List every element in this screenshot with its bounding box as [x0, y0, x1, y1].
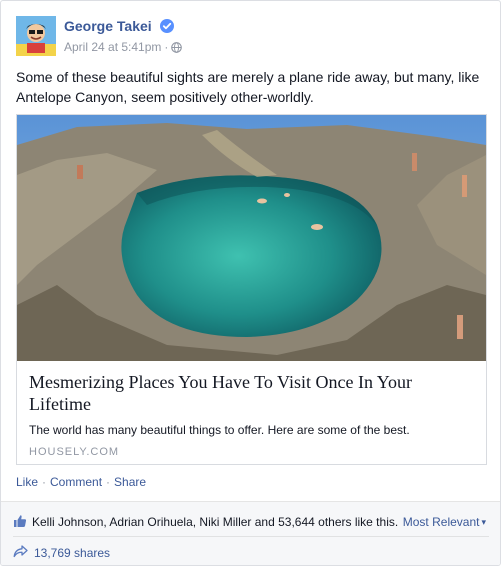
actions-separator: · [106, 475, 111, 489]
globe-icon[interactable] [171, 42, 183, 53]
share-arrow-icon [13, 545, 28, 558]
post-text: Some of these beautiful sights are merel… [16, 69, 480, 105]
actions-separator: · [42, 475, 47, 489]
link-preview-card[interactable]: Mesmerizing Places You Have To Visit Onc… [16, 114, 487, 465]
post-card: George Takei April 24 at 5:41pm · Some of… [0, 0, 501, 566]
sort-label: Most Relevant [402, 515, 480, 529]
likes-summary: Kelli Johnson, Adrian Orihuela, Niki Mil… [13, 511, 491, 533]
link-domain: HOUSELY.COM [29, 446, 120, 458]
share-link[interactable]: Share [114, 475, 146, 489]
verified-badge-icon [159, 19, 174, 33]
author-name[interactable]: George Takei [64, 18, 152, 34]
likes-text[interactable]: Kelli Johnson, Adrian Orihuela, Niki Mil… [32, 515, 398, 529]
like-link[interactable]: Like [16, 475, 38, 489]
thumbs-up-icon [14, 515, 27, 527]
feedback-section: Kelli Johnson, Adrian Orihuela, Niki Mil… [1, 501, 500, 565]
post-actions: Like · Comment · Share [16, 475, 146, 489]
link-description: The world has many beautiful things to o… [29, 423, 410, 437]
link-preview-image[interactable] [17, 115, 486, 361]
post-header: George Takei April 24 at 5:41pm · [16, 16, 476, 58]
chevron-down-icon: ▾ [481, 517, 486, 527]
author-name-row: George Takei [64, 18, 174, 34]
meta-separator: · [164, 40, 169, 54]
link-preview-body: Mesmerizing Places You Have To Visit Onc… [17, 361, 486, 464]
link-title[interactable]: Mesmerizing Places You Have To Visit Onc… [29, 371, 474, 415]
author-avatar[interactable] [16, 16, 56, 56]
shares-count[interactable]: 13,769 shares [34, 546, 110, 560]
feedback-divider [13, 536, 489, 537]
post-meta: April 24 at 5:41pm · [64, 40, 183, 54]
sort-comments-dropdown[interactable]: Most Relevant ▾ [403, 515, 486, 529]
post-timestamp[interactable]: April 24 at 5:41pm [64, 40, 161, 54]
comment-link[interactable]: Comment [50, 475, 102, 489]
